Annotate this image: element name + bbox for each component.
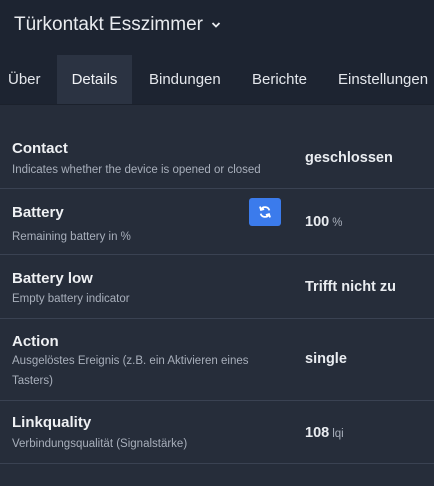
- row-value: 108 lqi: [305, 425, 344, 441]
- device-header: Türkontakt Esszimmer: [0, 0, 434, 55]
- value-text: geschlossen: [305, 150, 393, 166]
- tab-ueber[interactable]: Über: [8, 55, 41, 104]
- tab-einstellungen[interactable]: Einstellungen: [338, 55, 428, 104]
- row-description: Empty battery indicator: [12, 293, 130, 305]
- value-unit: lqi: [332, 428, 344, 440]
- tab-berichte[interactable]: Berichte: [252, 55, 307, 104]
- row-label: Contact: [12, 140, 68, 157]
- row-battery-low: Battery low Empty battery indicator Trif…: [0, 254, 434, 319]
- row-label: Action: [12, 333, 59, 350]
- value-unit: %: [332, 217, 343, 229]
- row-contact: Contact Indicates whether the device is …: [0, 127, 434, 189]
- device-title-dropdown[interactable]: Türkontakt Esszimmer: [14, 14, 221, 36]
- value-text: 100: [305, 214, 330, 230]
- details-list: [0, 104, 434, 105]
- row-action: Action Ausgelöstes Ereignis (z.B. ein Ak…: [0, 318, 434, 401]
- refresh-icon: [259, 206, 271, 218]
- tab-details[interactable]: Details: [57, 55, 132, 104]
- battery-refresh-button[interactable]: [249, 198, 281, 226]
- row-label: Linkquality: [12, 414, 92, 431]
- row-description: Verbindungsqualität (Signalstärke): [12, 438, 188, 450]
- row-battery: Battery Remaining battery in % 100%: [0, 188, 434, 255]
- row-description: Remaining battery in %: [12, 231, 131, 243]
- value-text: Trifft nicht zu: [305, 279, 397, 295]
- device-title: Türkontakt Esszimmer: [14, 14, 203, 35]
- row-linkquality: Linkquality Verbindungsqualität (Signals…: [0, 400, 434, 464]
- row-label: Battery: [12, 204, 64, 221]
- row-description: Ausgelöstes Ereignis (z.B. ein Aktiviere…: [12, 355, 249, 387]
- row-label: Battery low: [12, 270, 93, 287]
- row-description: Indicates whether the device is opened o…: [12, 164, 261, 176]
- row-value: Trifft nicht zu: [305, 279, 396, 295]
- value-text: single: [305, 351, 347, 367]
- row-value: 100%: [305, 214, 342, 230]
- value-text: 108: [305, 425, 330, 441]
- tab-bar: Über Details Bindungen Berichte Einstell…: [0, 55, 434, 104]
- chevron-down-icon: [211, 22, 221, 28]
- tab-bindungen[interactable]: Bindungen: [149, 55, 221, 104]
- row-value: single: [305, 351, 347, 367]
- row-value: geschlossen: [305, 150, 393, 166]
